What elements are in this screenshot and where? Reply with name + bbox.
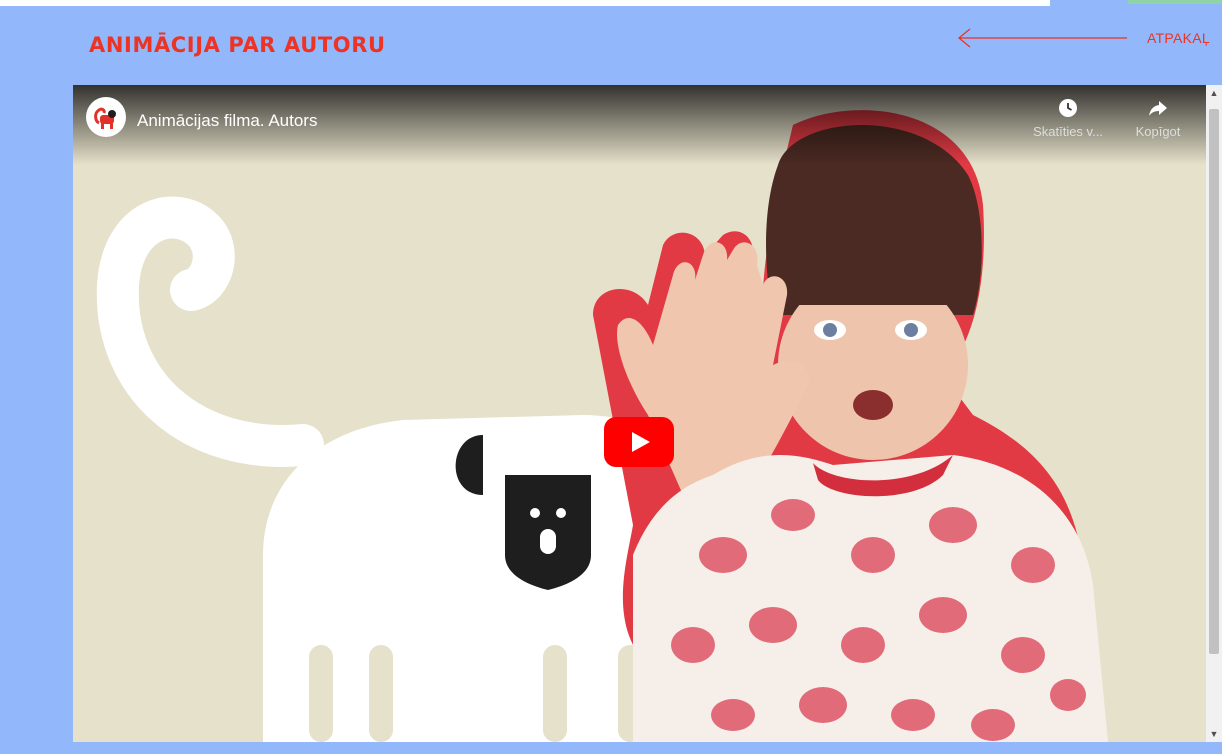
scroll-thumb[interactable] [1209,109,1219,654]
top-strip-accent [1128,0,1222,4]
share-label: Kopīgot [1135,124,1181,139]
back-label: ATPAKAĻ [1146,30,1210,46]
scrollbar[interactable]: ▲ ▼ [1206,85,1222,742]
channel-avatar[interactable] [86,97,126,137]
share-arrow-icon [1149,101,1167,116]
youtube-play-icon [604,417,674,467]
video-player[interactable]: Animācijas filma. Autors Skatīties v... … [73,85,1206,742]
clock-icon [1059,99,1077,117]
back-link[interactable]: ATPAKAĻ [957,28,1210,48]
video-thumbnail [73,85,1206,742]
arrow-left-icon [957,28,1127,48]
play-button[interactable] [604,417,674,467]
monkey-logo-icon [94,107,116,129]
page-title: ANIMĀCIJA PAR AUTORU [89,33,386,57]
watch-later-label: Skatīties v... [1033,124,1103,139]
video-title[interactable]: Animācijas filma. Autors [137,111,317,131]
scroll-up-arrow-icon[interactable]: ▲ [1206,85,1222,101]
scroll-down-arrow-icon[interactable]: ▼ [1206,726,1222,742]
watch-later-button[interactable]: Skatīties v... [1033,98,1103,139]
share-button[interactable]: Kopīgot [1130,98,1186,139]
top-strip [0,0,1050,6]
